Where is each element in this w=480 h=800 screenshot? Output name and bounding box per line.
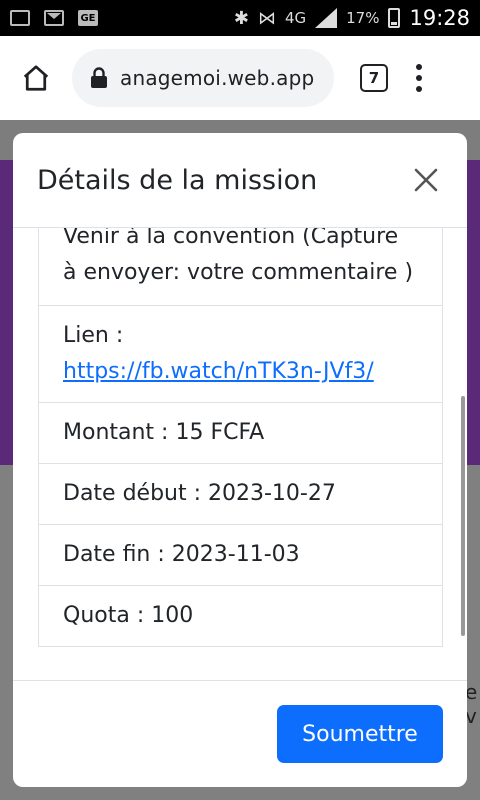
url-text: anagemoi.web.app [120, 66, 315, 90]
home-icon [23, 65, 49, 91]
modal-scrollbar[interactable] [461, 396, 465, 636]
link-label: Lien : [63, 323, 124, 348]
page-partial-text: e v [465, 680, 478, 728]
signal-icon [315, 8, 338, 28]
more-dot-icon [416, 64, 422, 70]
overflow-menu-button[interactable] [414, 64, 424, 92]
more-dot-icon [416, 86, 422, 92]
battery-icon [388, 8, 401, 28]
url-bar[interactable]: anagemoi.web.app [72, 49, 334, 107]
mission-details-modal: Détails de la mission Venir à la convent… [13, 133, 467, 787]
tab-switcher-button[interactable]: 7 [360, 64, 388, 92]
home-button[interactable] [10, 52, 62, 104]
modal-header: Détails de la mission [13, 133, 467, 228]
list-item-end-date: Date fin : 2023-11-03 [38, 525, 443, 586]
status-bar: GE ✱ ⋈ 4G 17% 19:28 [0, 0, 480, 36]
clock: 19:28 [409, 6, 470, 30]
ge-app-icon: GE [78, 10, 98, 26]
list-item-description: Venir à la convention (Capture à envoyer… [38, 228, 443, 306]
list-item-start-date: Date début : 2023-10-27 [38, 464, 443, 525]
modal-body[interactable]: Venir à la convention (Capture à envoyer… [13, 228, 467, 680]
list-item-link: Lien : https://fb.watch/nTK3n-JVf3/ [38, 306, 443, 403]
modal-title: Détails de la mission [37, 164, 318, 196]
submit-button[interactable]: Soumettre [277, 705, 443, 763]
browser-toolbar: anagemoi.web.app 7 [0, 36, 480, 120]
battery-percent: 17% [346, 9, 380, 27]
list-item-quota: Quota : 100 [38, 586, 443, 647]
list-item-amount: Montant : 15 FCFA [38, 403, 443, 464]
close-icon [414, 168, 438, 192]
gallery-icon [10, 10, 30, 26]
more-dot-icon [416, 75, 422, 81]
mission-link[interactable]: https://fb.watch/nTK3n-JVf3/ [63, 359, 374, 384]
mission-detail-list: Venir à la convention (Capture à envoyer… [38, 228, 443, 647]
modal-footer: Soumettre [13, 680, 467, 787]
lock-icon [91, 67, 107, 88]
network-type: 4G [284, 9, 307, 27]
mail-icon [44, 10, 64, 26]
close-button[interactable] [409, 163, 443, 197]
vibrate-icon: ⋈ [257, 7, 276, 29]
bluetooth-icon: ✱ [233, 7, 249, 29]
